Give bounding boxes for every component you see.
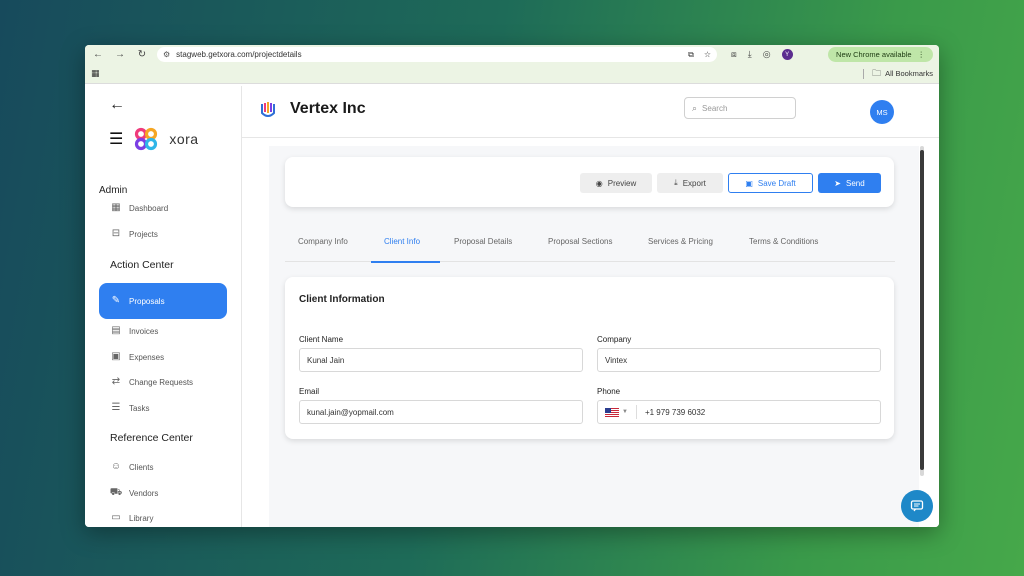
kebab-menu-icon[interactable]: ⋮ [918, 50, 926, 59]
save-draft-button[interactable]: ▣ Save Draft [728, 173, 813, 193]
action-center-title: Action Center [110, 259, 174, 271]
sidebar-item-library[interactable]: ▭ Library [109, 512, 153, 524]
xora-logo-icon [135, 127, 158, 151]
tab-terms-conditions[interactable]: Terms & Conditions [749, 237, 818, 246]
card-title: Client Information [299, 294, 385, 305]
phone-label: Phone [597, 387, 621, 396]
back-icon[interactable]: ← [91, 49, 105, 60]
briefcase-icon: ⊟ [111, 228, 121, 239]
tab-company-info[interactable]: Company Info [298, 237, 348, 246]
page-header: Vertex Inc ⌕ Search MS [242, 86, 939, 138]
wallet-icon: ▣ [111, 351, 121, 362]
book-icon: ▭ [111, 512, 121, 523]
browser-toolbar: ← → ↻ ⚙ stagweb.getxora.com/projectdetai… [85, 45, 939, 64]
sidebar-item-projects[interactable]: ⊟ Projects [109, 228, 158, 240]
install-icon[interactable]: ⧉ [688, 50, 694, 60]
checklist-icon: ☰ [111, 402, 121, 413]
all-bookmarks-link[interactable]: All Bookmarks [885, 69, 933, 78]
preview-button[interactable]: ◉ Preview [580, 173, 652, 193]
download-icon: ⤓ [674, 178, 678, 187]
us-flag-icon[interactable] [605, 407, 619, 417]
sidebar-item-dashboard[interactable]: ▦ Dashboard [109, 202, 168, 214]
client-name-label: Client Name [299, 335, 344, 344]
url-text: stagweb.getxora.com/projectdetails [176, 50, 302, 59]
grid-icon: ▦ [111, 202, 121, 213]
save-icon: ▣ [745, 178, 753, 188]
new-chrome-button[interactable]: New Chrome available ⋮ [828, 47, 933, 62]
hamburger-icon[interactable]: ☰ [109, 129, 123, 149]
extensions-icon[interactable]: ⧈ [731, 49, 737, 60]
client-info-card: Client Information Client Name Kunal Jai… [285, 277, 894, 439]
sidebar: ← ☰ xora Admin ▦ Dashboard ⊟ Projects Ac… [85, 86, 242, 527]
sidebar-item-invoices[interactable]: ▤ Invoices [109, 325, 158, 337]
email-field[interactable]: kunal.jain@yopmail.com [299, 400, 583, 424]
actions-card: ◉ Preview ⤓ Export ▣ Save Draft ➤ Send [285, 157, 894, 207]
send-button[interactable]: ➤ Send [818, 173, 881, 193]
search-placeholder: Search [702, 103, 728, 113]
eye-icon: ◉ [595, 178, 603, 188]
tab-services-pricing[interactable]: Services & Pricing [648, 237, 713, 246]
sidebar-item-proposals[interactable]: ✎ Proposals [99, 283, 227, 319]
avatar[interactable]: MS [870, 100, 894, 124]
forward-icon[interactable]: → [113, 49, 127, 60]
page-title: Vertex Inc [290, 100, 366, 117]
sidebar-item-change-requests[interactable]: ⇄ Change Requests [109, 376, 193, 388]
admin-section-title: Admin [99, 185, 128, 196]
address-bar[interactable]: ⚙ stagweb.getxora.com/projectdetails ⧉ ☆ [157, 47, 717, 62]
download-icon[interactable]: ⤓ [748, 49, 752, 60]
chat-button[interactable] [901, 490, 933, 522]
folder-icon: 🗀 [872, 67, 882, 78]
phone-field[interactable]: ▼ +1 979 739 6032 [597, 400, 881, 424]
back-arrow-icon[interactable]: ← [109, 96, 125, 114]
tab-client-info[interactable]: Client Info [384, 237, 420, 246]
chevron-down-icon[interactable]: ▼ [622, 409, 628, 415]
sidebar-item-tasks[interactable]: ☰ Tasks [109, 402, 150, 414]
reload-icon[interactable]: ↻ [135, 49, 149, 60]
content-area: ◉ Preview ⤓ Export ▣ Save Draft ➤ Send C… [242, 138, 939, 527]
company-label: Company [597, 335, 632, 344]
reference-center-title: Reference Center [110, 432, 193, 444]
search-icon: ⌕ [692, 102, 698, 113]
sidebar-item-vendors[interactable]: ⛟ Vendors [109, 487, 159, 499]
active-tab-indicator [371, 261, 440, 263]
company-logo-icon [261, 102, 275, 117]
client-name-field[interactable]: Kunal Jain [299, 348, 583, 372]
truck-icon: ⛟ [109, 487, 123, 498]
bookmarks-bar: ▦ 🗀 All Bookmarks [85, 64, 939, 84]
send-icon: ➤ [834, 178, 841, 188]
tab-proposal-sections[interactable]: Proposal Sections [548, 237, 612, 246]
tab-bar: Company Info Client Info Proposal Detail… [285, 231, 895, 263]
document-edit-icon: ✎ [111, 295, 121, 306]
search-input[interactable]: ⌕ Search [684, 97, 796, 119]
invoice-icon: ▤ [111, 325, 121, 336]
app-container: ← ☰ xora Admin ▦ Dashboard ⊟ Projects Ac… [85, 86, 939, 527]
company-field[interactable]: Vintex [597, 348, 881, 372]
profile-avatar[interactable]: Y [781, 49, 793, 60]
sidebar-item-expenses[interactable]: ▣ Expenses [109, 351, 164, 363]
extension-puzzle-icon[interactable]: ◎ [763, 49, 771, 60]
scrollbar[interactable] [920, 146, 924, 476]
browser-window: ← → ↻ ⚙ stagweb.getxora.com/projectdetai… [85, 45, 939, 527]
new-chrome-label: New Chrome available [836, 50, 912, 59]
export-button[interactable]: ⤓ Export [657, 173, 723, 193]
tab-proposal-details[interactable]: Proposal Details [454, 237, 512, 246]
email-label: Email [299, 387, 320, 396]
bookmark-star-icon[interactable]: ☆ [704, 50, 711, 60]
main-area: Vertex Inc ⌕ Search MS ◉ Preview ⤓ Expor… [242, 86, 939, 527]
sidebar-item-clients[interactable]: ☺ Clients [109, 461, 154, 473]
users-icon: ☺ [110, 461, 122, 472]
chat-icon [910, 500, 924, 512]
site-settings-icon[interactable]: ⚙ [163, 50, 170, 59]
apps-grid-icon[interactable]: ▦ [91, 68, 100, 79]
logo-text: xora [169, 131, 199, 147]
swap-icon: ⇄ [111, 376, 121, 387]
